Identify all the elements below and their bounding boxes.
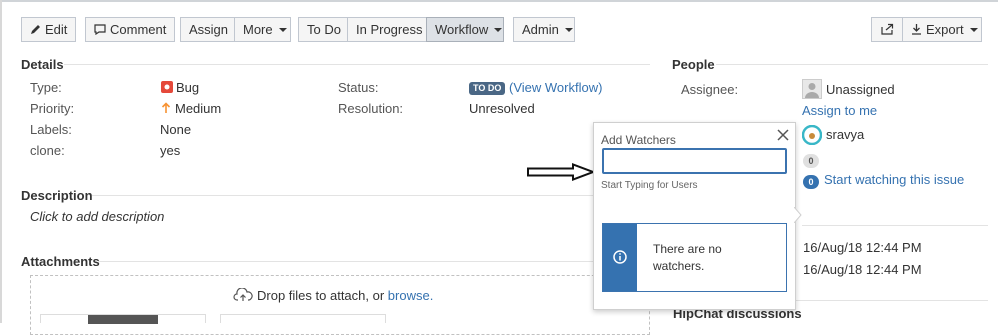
clone-value: yes	[160, 143, 181, 158]
dialog-title: Add Watchers	[601, 133, 676, 147]
watchers-badge: 0	[803, 173, 819, 189]
dialog-pointer	[794, 207, 802, 223]
in-progress-label: In Progress	[356, 22, 423, 37]
view-workflow-link[interactable]: View Workflow	[513, 80, 598, 95]
no-watchers-message: There are no watchers.	[602, 223, 787, 292]
top-border	[0, 0, 998, 2]
export-dropdown[interactable]: Export	[902, 17, 982, 42]
edit-button[interactable]: Edit	[21, 17, 77, 42]
details-divider	[64, 64, 650, 65]
chevron-down-icon	[969, 28, 978, 32]
comment-icon	[94, 24, 106, 36]
attachments-heading: Attachments	[21, 254, 100, 269]
bug-icon	[161, 81, 173, 93]
votes-count: 0	[803, 154, 819, 168]
dates-divider	[802, 225, 988, 226]
edit-label: Edit	[45, 22, 68, 37]
people-heading: People	[672, 57, 715, 72]
info-icon	[613, 250, 627, 264]
attachment-thumbnail[interactable]	[40, 314, 206, 324]
status-value: TO DO (View Workflow)	[469, 80, 602, 95]
view-workflow-suffix: )	[598, 80, 603, 95]
votes-badge: 0	[803, 152, 819, 168]
chevron-down-icon	[278, 28, 287, 32]
attachments-divider	[98, 261, 650, 262]
labels-label: Labels:	[30, 122, 72, 137]
input-hint: Start Typing for Users	[601, 180, 698, 191]
status-label: Status:	[338, 80, 379, 95]
resolution-label: Resolution:	[338, 101, 404, 116]
workflow-label: Workflow	[435, 22, 489, 37]
attachment-thumbnail[interactable]	[220, 314, 386, 323]
share-button[interactable]	[871, 17, 903, 42]
priority-value: Medium	[161, 101, 221, 116]
description-heading: Description	[21, 188, 93, 203]
arrow-right-icon	[527, 163, 595, 181]
user-icon	[805, 83, 819, 98]
workflow-dropdown[interactable]: Workflow	[426, 17, 504, 42]
description-placeholder[interactable]: Click to add description	[30, 209, 164, 224]
todo-button[interactable]: To Do	[298, 17, 348, 42]
type-value: Bug	[161, 80, 199, 95]
assign-to-me-link[interactable]: Assign to me	[802, 103, 877, 118]
description-divider	[92, 195, 650, 196]
reporter-value[interactable]: sravya	[826, 127, 864, 142]
chevron-down-icon	[494, 28, 503, 32]
close-icon[interactable]	[776, 128, 790, 142]
more-label: More	[243, 22, 273, 37]
browse-link[interactable]: browse.	[388, 288, 434, 303]
priority-label: Priority:	[30, 101, 75, 116]
start-watching-link[interactable]: Start watching this issue	[824, 172, 964, 187]
cloud-upload-icon	[233, 287, 253, 301]
attachment-dropzone[interactable]	[30, 275, 650, 335]
resolution-value: Unresolved	[469, 101, 535, 116]
add-watchers-dialog: Add Watchers Start Typing for Users Ther…	[593, 122, 796, 310]
assignee-value: Unassigned	[826, 82, 895, 97]
download-icon	[912, 24, 921, 35]
created-date: 16/Aug/18 12:44 PM	[803, 240, 922, 255]
watchers-search-input[interactable]	[602, 148, 787, 174]
share-icon	[880, 23, 893, 35]
status-badge: TO DO	[469, 82, 506, 95]
chevron-down-icon	[564, 28, 573, 32]
export-label: Export	[926, 22, 964, 37]
arrow-up-icon	[161, 102, 171, 113]
avatar	[801, 124, 823, 146]
info-line-1: There are no	[653, 242, 722, 256]
admin-label: Admin	[522, 22, 559, 37]
admin-dropdown[interactable]: Admin	[513, 17, 575, 42]
reporter-avatar-icon	[801, 124, 823, 146]
assign-label: Assign	[189, 22, 229, 37]
comment-label: Comment	[110, 22, 167, 37]
updated-date: 16/Aug/18 12:44 PM	[803, 262, 922, 277]
in-progress-button[interactable]: In Progress	[347, 17, 427, 42]
todo-label: To Do	[307, 22, 341, 37]
comment-button[interactable]: Comment	[85, 17, 176, 42]
info-line-2: watchers.	[653, 259, 705, 273]
type-text: Bug	[176, 80, 200, 95]
avatar	[802, 79, 822, 99]
info-text: There are no watchers.	[653, 241, 722, 275]
left-border	[0, 0, 2, 323]
watchers-count[interactable]: 0	[803, 175, 819, 189]
more-dropdown[interactable]: More	[234, 17, 291, 42]
drop-text: Drop files to attach, or	[257, 288, 385, 303]
type-label: Type:	[30, 80, 62, 95]
info-stripe	[603, 224, 637, 291]
dropzone-text: Drop files to attach, or browse.	[233, 287, 434, 303]
clone-label: clone:	[30, 143, 65, 158]
pencil-icon	[31, 25, 40, 34]
assign-button[interactable]: Assign	[180, 17, 235, 42]
labels-value[interactable]: None	[160, 122, 191, 137]
details-heading: Details	[21, 57, 64, 72]
priority-text: Medium	[175, 101, 222, 116]
people-divider	[716, 64, 988, 65]
assignee-label: Assignee:	[681, 82, 739, 97]
